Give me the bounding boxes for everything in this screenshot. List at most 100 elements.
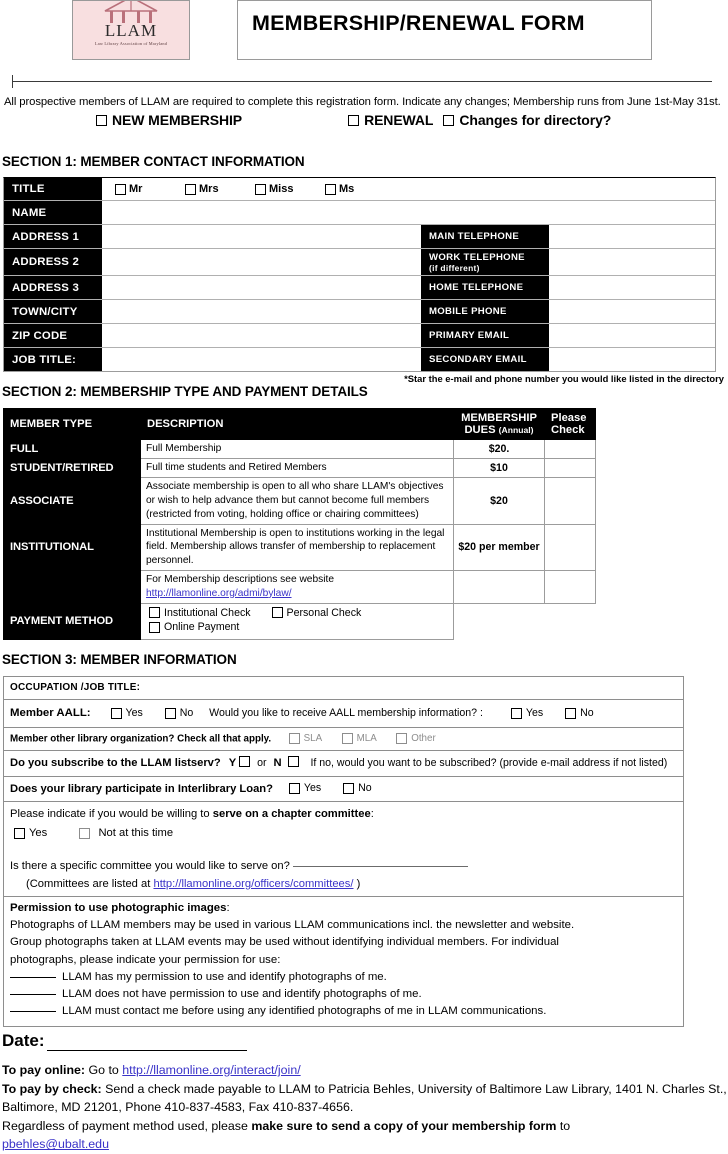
checkbox-cell-institutional[interactable] (544, 523, 596, 571)
checkbox-personal-check[interactable] (271, 607, 283, 618)
option-institutional-check[interactable]: Institutional Check (145, 607, 251, 619)
label-mobile-phone: MOBILE PHONE (421, 300, 549, 324)
input-zip-code[interactable] (102, 324, 421, 348)
checkbox-cell-student-retired[interactable] (544, 458, 596, 479)
checkbox-mla[interactable] (341, 733, 353, 745)
checkbox-changes-for-directory[interactable] (443, 114, 455, 126)
title-options: Mr Mrs Miss Ms (102, 178, 715, 200)
member-type-student-retired: STUDENT/RETIRED (3, 458, 141, 479)
checkbox-ill-no[interactable] (343, 783, 355, 795)
checkbox-sla[interactable] (288, 733, 300, 745)
row-member-aall: Member AALL: Yes No Would you like to re… (4, 700, 683, 728)
input-address-3[interactable] (102, 276, 421, 300)
permission-choice-2[interactable]: LLAM does not have permission to use and… (10, 986, 677, 1003)
checkbox-online-payment[interactable] (149, 621, 160, 633)
checkbox-aall-info-yes[interactable] (510, 707, 522, 719)
input-date[interactable] (46, 1034, 247, 1051)
label-new-membership: NEW MEMBERSHIP (112, 112, 243, 129)
checkbox-committee-not-now[interactable] (79, 828, 91, 839)
input-secondary-email[interactable] (549, 348, 715, 372)
checkbox-mrs[interactable] (185, 183, 196, 195)
table-row-payment-method: PAYMENT METHOD Institutional Check Perso… (3, 602, 596, 640)
label-miss: Miss (269, 183, 294, 196)
checkbox-renewal[interactable] (348, 114, 360, 126)
input-main-telephone[interactable] (549, 225, 715, 249)
option-mrs[interactable]: Mrs (182, 183, 252, 195)
checkbox-aall-no[interactable] (164, 707, 176, 719)
label-secondary-email: SECONDARY EMAIL (421, 348, 549, 372)
option-ill-yes[interactable]: Yes (285, 781, 321, 796)
input-mobile-phone[interactable] (549, 300, 715, 324)
checkbox-listserv-no[interactable] (288, 756, 300, 768)
dues-associate: $20 (453, 477, 545, 525)
checkbox-institutional-check[interactable] (149, 607, 160, 618)
checkbox-listserv-yes[interactable] (239, 756, 251, 768)
permission-choice-3[interactable]: LLAM must contact me before using any id… (10, 1003, 677, 1020)
permission-choice-1[interactable]: LLAM has my permission to use and identi… (10, 969, 677, 986)
table-row-town-city: TOWN/CITY MOBILE PHONE (4, 300, 715, 325)
section3-table: OCCUPATION /JOB TITLE: Member AALL: Yes … (3, 675, 684, 1027)
bylaw-link[interactable]: http://llamonline.org/admi/bylaw/ (146, 588, 292, 599)
input-address-1[interactable] (102, 225, 421, 249)
label-address-1: ADDRESS 1 (4, 225, 102, 249)
checkbox-miss[interactable] (255, 183, 266, 195)
checkbox-aall-yes[interactable] (110, 707, 122, 719)
option-mr[interactable]: Mr (112, 183, 182, 195)
option-ms[interactable]: Ms (322, 183, 392, 195)
input-job-title[interactable] (102, 348, 421, 372)
footer-instructions: To pay online: Go to http://llamonline.o… (2, 1061, 728, 1154)
committees-link[interactable]: http://llamonline.org/officers/committee… (153, 878, 353, 890)
checkbox-ms[interactable] (325, 183, 336, 195)
regardless-pre: Regardless of payment method used, pleas… (2, 1118, 252, 1133)
input-town-city[interactable] (102, 300, 421, 324)
option-other-org[interactable]: Other (392, 732, 436, 746)
text-listserv-followup: If no, would you want to be subscribed? … (310, 757, 668, 770)
option-personal-check[interactable]: Personal Check (268, 607, 361, 619)
row-occupation[interactable]: OCCUPATION /JOB TITLE: (4, 677, 683, 700)
checkbox-ill-yes[interactable] (288, 783, 300, 795)
option-miss[interactable]: Miss (252, 183, 322, 195)
intro-paragraph: All prospective members of LLAM are requ… (4, 96, 721, 108)
input-name[interactable] (102, 201, 715, 225)
desc-full: Full Membership (140, 439, 454, 460)
checkbox-aall-info-no[interactable] (565, 707, 577, 719)
option-online-payment[interactable]: Online Payment (145, 621, 239, 633)
option-aall-info-yes[interactable]: Yes (507, 706, 543, 721)
checkbox-cell-full[interactable] (544, 439, 596, 460)
option-committee-yes[interactable]: Yes (10, 825, 47, 841)
blank-permission-2[interactable] (10, 993, 56, 995)
option-committee-not-now[interactable]: Not at this time (75, 825, 173, 841)
table-row-student-retired: STUDENT/RETIRED Full time students and R… (3, 458, 596, 479)
dues-website (453, 569, 545, 604)
checkbox-other-org[interactable] (396, 733, 408, 745)
table-row-name: NAME (4, 201, 715, 226)
option-aall-no[interactable]: No (161, 706, 193, 721)
contact-email-link[interactable]: pbehles@ubalt.edu (2, 1137, 109, 1151)
option-mla[interactable]: MLA (338, 732, 377, 746)
input-home-telephone[interactable] (549, 276, 715, 300)
input-primary-email[interactable] (549, 324, 715, 348)
input-work-telephone[interactable] (549, 249, 715, 276)
option-sla[interactable]: SLA (285, 732, 322, 746)
checkbox-committee-yes[interactable] (14, 828, 25, 839)
label-date: Date: (2, 1030, 45, 1050)
table-header-row: MEMBER TYPE DESCRIPTION MEMBERSHIP DUES … (3, 408, 596, 441)
option-aall-info-no[interactable]: No (561, 706, 594, 721)
checkbox-cell-associate[interactable] (544, 477, 596, 525)
logo-wordmark: LLAM (104, 21, 158, 40)
checkbox-cell-website[interactable] (544, 569, 596, 604)
section1-table: TITLE Mr Mrs Miss Ms NAME ADDRESS 1 MAIN… (3, 177, 716, 373)
checkbox-new-membership[interactable] (96, 114, 107, 126)
pay-online-link[interactable]: http://llamonline.org/interact/join/ (122, 1063, 300, 1077)
option-ill-no[interactable]: No (339, 781, 372, 796)
blank-permission-1[interactable] (10, 976, 56, 978)
blank-permission-3[interactable] (10, 1010, 56, 1012)
pay-online-label: To pay online: (2, 1062, 86, 1077)
checkbox-mr[interactable] (115, 183, 126, 195)
input-committee-specific[interactable] (292, 865, 468, 867)
committee-listed-suffix: ) (353, 877, 361, 890)
input-address-2[interactable] (102, 249, 421, 276)
label-job-title: JOB TITLE: (4, 348, 102, 372)
option-aall-yes[interactable]: Yes (107, 706, 143, 721)
header-divider (0, 70, 728, 92)
